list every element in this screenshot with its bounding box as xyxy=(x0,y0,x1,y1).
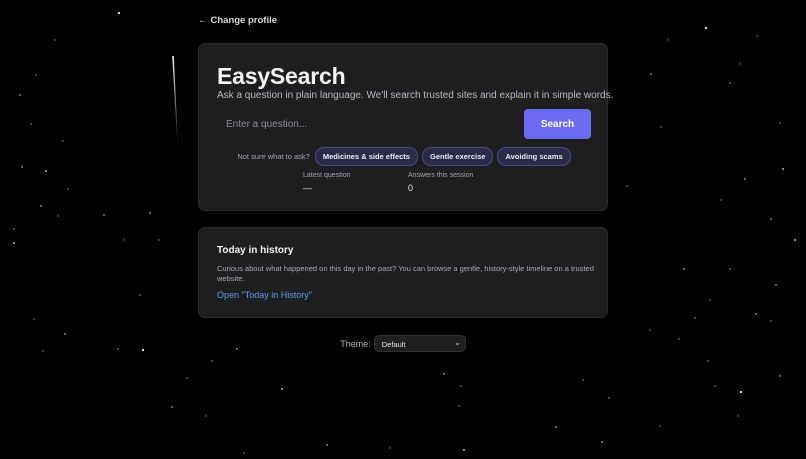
star xyxy=(211,360,213,362)
star xyxy=(40,205,42,207)
star xyxy=(103,214,105,216)
star xyxy=(755,313,757,315)
change-profile-label: Change profile xyxy=(210,15,278,26)
star xyxy=(458,405,460,407)
suggestion-chip-exercise[interactable]: Gentle exercise xyxy=(421,147,494,166)
star xyxy=(781,167,785,171)
star xyxy=(659,425,661,427)
star xyxy=(123,239,125,241)
star xyxy=(139,294,141,296)
search-button[interactable]: Search xyxy=(524,109,591,139)
back-arrow-icon: ← xyxy=(198,15,208,26)
today-in-history-link[interactable]: Open "Today in History" xyxy=(217,290,312,300)
suggestions-label: Not sure what to ask? xyxy=(237,152,310,161)
star xyxy=(35,74,37,76)
star xyxy=(729,82,731,84)
star xyxy=(462,448,466,452)
star xyxy=(793,238,797,242)
chevron-down-icon: ⌄ xyxy=(454,338,461,347)
star xyxy=(744,178,746,180)
suggestion-chip-scams[interactable]: Avoiding scams xyxy=(497,147,571,166)
star xyxy=(158,239,160,241)
star xyxy=(171,406,173,408)
star xyxy=(779,122,781,124)
star xyxy=(44,169,48,173)
change-profile-link[interactable]: ← Change profile xyxy=(198,15,277,26)
star xyxy=(737,415,739,417)
star xyxy=(12,241,16,245)
star xyxy=(756,35,758,37)
star xyxy=(601,441,603,443)
suggestion-row: Not sure what to ask? Medicines & side e… xyxy=(199,147,609,166)
star xyxy=(626,185,628,187)
star xyxy=(42,350,44,352)
star xyxy=(660,126,662,128)
star xyxy=(149,212,151,214)
star xyxy=(667,39,669,41)
latest-question-stat: Latest question — xyxy=(303,172,350,193)
star xyxy=(21,166,23,168)
answers-session-value: 0 xyxy=(408,183,414,193)
answers-session-label: Answers this session xyxy=(408,172,474,179)
star xyxy=(582,379,584,381)
star xyxy=(67,188,69,190)
history-description: Curious about what happened on this day … xyxy=(217,264,594,283)
star xyxy=(205,415,207,417)
star xyxy=(280,387,284,391)
star xyxy=(326,444,328,446)
star xyxy=(117,11,121,15)
shooting-star xyxy=(172,56,179,148)
star xyxy=(683,268,685,270)
star xyxy=(117,348,119,350)
star xyxy=(720,199,722,201)
star xyxy=(608,397,610,399)
star xyxy=(775,284,777,286)
star xyxy=(729,268,731,270)
star xyxy=(714,385,716,387)
theme-row: Theme: Default ⌄ xyxy=(198,335,608,352)
star xyxy=(649,329,651,331)
star xyxy=(30,123,32,125)
app-subtitle: Ask a question in plain language. We'll … xyxy=(217,90,614,101)
star xyxy=(770,320,772,322)
star xyxy=(243,452,245,454)
star xyxy=(13,228,15,230)
star xyxy=(389,447,391,449)
answers-session-stat: Answers this session 0 xyxy=(408,172,473,193)
history-heading: Today in history xyxy=(217,245,294,256)
app-title: EasySearch xyxy=(217,63,346,89)
star xyxy=(33,318,35,320)
star xyxy=(707,360,709,362)
history-card: Today in history Curious about what happ… xyxy=(198,227,608,318)
star xyxy=(709,299,711,301)
star xyxy=(694,317,696,319)
star xyxy=(779,375,781,377)
star xyxy=(678,338,680,340)
star xyxy=(62,140,64,142)
star xyxy=(19,94,21,96)
question-input[interactable] xyxy=(217,110,515,138)
star xyxy=(57,215,59,217)
star xyxy=(186,377,188,379)
search-card: EasySearch Ask a question in plain langu… xyxy=(198,43,613,211)
star xyxy=(739,63,741,65)
theme-label: Theme: xyxy=(340,338,371,349)
star xyxy=(64,333,66,335)
star xyxy=(54,39,56,41)
latest-question-value: — xyxy=(303,183,312,193)
star xyxy=(555,426,557,428)
star xyxy=(460,385,462,387)
star xyxy=(704,26,708,30)
star xyxy=(443,373,445,375)
star xyxy=(650,73,652,75)
theme-selected-value: Default xyxy=(381,340,406,349)
theme-select[interactable]: Default ⌄ xyxy=(373,335,466,352)
suggestion-chip-medicines[interactable]: Medicines & side effects xyxy=(314,147,418,166)
star xyxy=(141,348,145,352)
latest-question-label: Latest question xyxy=(303,172,351,179)
star xyxy=(770,218,772,220)
star xyxy=(739,390,743,394)
